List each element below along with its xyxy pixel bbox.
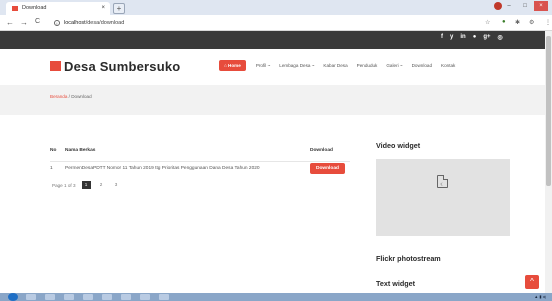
back-button[interactable]: ←	[6, 18, 14, 27]
page-3-button[interactable]: 3	[112, 181, 121, 189]
taskbar-apps	[26, 294, 169, 300]
placeholder-face: :(	[440, 181, 443, 186]
site-name: Desa Sumbersuko	[64, 58, 181, 74]
back-to-top-button[interactable]: ^	[525, 275, 539, 289]
breadcrumb-current: Download	[71, 94, 92, 99]
table-header: No Nama Berkas Download	[50, 145, 350, 155]
taskbar-app-icon[interactable]	[159, 294, 169, 300]
scrollbar-thumb[interactable]	[546, 36, 551, 186]
taskbar-app-icon[interactable]	[102, 294, 112, 300]
profile-icon[interactable]	[494, 2, 502, 10]
url-host: localhost	[64, 20, 86, 26]
pinterest-icon[interactable]: ●	[473, 34, 477, 41]
nav-kontak[interactable]: Kontak	[441, 63, 455, 68]
taskbar-app-icon[interactable]	[45, 294, 55, 300]
facebook-icon[interactable]: f	[441, 34, 443, 41]
extension-icon[interactable]: ●	[502, 19, 506, 25]
nav-download[interactable]: Download	[412, 63, 432, 68]
window-controls: – □ ×	[494, 1, 548, 11]
tab-title: Download	[22, 5, 47, 11]
extensions-puzzle-icon[interactable]: ✱	[515, 19, 520, 26]
taskbar-app-icon[interactable]	[140, 294, 150, 300]
site-logo[interactable]: Desa Sumbersuko	[50, 58, 180, 74]
taskbar-app-icon[interactable]	[121, 294, 131, 300]
nav-home[interactable]: ⌂ Home	[219, 60, 246, 71]
header-name: Nama Berkas	[65, 147, 96, 153]
pagination: Page 1 of 3 1 2 3	[52, 181, 121, 189]
flickr-widget-title: Flickr photostream	[376, 254, 441, 263]
page-info: Page 1 of 3	[52, 182, 76, 188]
breadcrumb-band	[0, 85, 545, 115]
browser-tab[interactable]: Download ×	[6, 2, 110, 15]
nav-profil[interactable]: Profil ~	[256, 63, 270, 68]
taskbar-app-icon[interactable]	[26, 294, 36, 300]
text-widget-title: Text widget	[376, 279, 416, 288]
nav-kabar-desa[interactable]: Kabar Desa	[323, 63, 347, 68]
page-2-button[interactable]: 2	[97, 181, 106, 189]
broken-document-icon: :(	[437, 175, 448, 188]
instagram-icon[interactable]: ◎	[497, 34, 502, 41]
settings-gear-icon[interactable]: ⚙	[529, 19, 534, 26]
social-links: f y in ● g+ ◎	[441, 34, 503, 41]
download-button[interactable]: Download	[310, 162, 345, 174]
breadcrumb: Beranda / Download	[50, 94, 92, 99]
twitter-icon[interactable]: y	[450, 34, 453, 41]
reload-button[interactable]: C	[35, 18, 40, 25]
url-field[interactable]: i localhost/desa/download	[54, 18, 124, 28]
table-row: 1 PermenDesaPDTT Nomor 11 Tahun 2019 ttg…	[50, 161, 350, 174]
nav-penduduk[interactable]: Penduduk	[357, 63, 378, 68]
info-icon[interactable]: i	[54, 19, 60, 26]
url-path: /desa/download	[85, 20, 125, 26]
window-close-button[interactable]: ×	[534, 1, 548, 11]
favicon-icon	[12, 6, 18, 11]
os-taskbar: ▲ ▮ ◂)	[0, 293, 552, 301]
breadcrumb-home-link[interactable]: Beranda	[50, 94, 67, 99]
menu-kebab-icon[interactable]: ⋮	[545, 19, 551, 26]
system-tray[interactable]: ▲ ▮ ◂)	[534, 294, 546, 299]
video-widget-title: Video widget	[376, 141, 421, 150]
header-no: No	[50, 147, 57, 153]
browser-tab-bar: Download × + – □ ×	[0, 0, 552, 15]
new-tab-button[interactable]: +	[113, 3, 125, 14]
download-table: No Nama Berkas Download 1 PermenDesaPDTT…	[50, 145, 350, 174]
start-button-icon[interactable]	[8, 293, 18, 301]
main-navigation: ⌂ Home Profil ~ Lembaga Desa ~ Kabar Des…	[219, 60, 464, 71]
linkedin-icon[interactable]: in	[460, 34, 465, 41]
header-download: Download	[310, 147, 333, 153]
minimize-button[interactable]: –	[502, 1, 516, 11]
nav-lembaga-desa[interactable]: Lembaga Desa ~	[279, 63, 314, 68]
nav-galeri[interactable]: Galeri ~	[386, 63, 402, 68]
bookmark-star-icon[interactable]: ☆	[485, 19, 490, 26]
site-top-strip: f y in ● g+ ◎	[0, 31, 552, 49]
row-file-name: PermenDesaPDTT Nomor 11 Tahun 2019 ttg P…	[65, 165, 260, 171]
video-widget-player[interactable]: :(	[376, 159, 510, 236]
maximize-button[interactable]: □	[518, 1, 532, 11]
taskbar-app-icon[interactable]	[64, 294, 74, 300]
google-plus-icon[interactable]: g+	[483, 34, 490, 41]
row-download-cell: Download	[310, 162, 350, 174]
row-no: 1	[50, 165, 53, 171]
address-bar-row: ← → C i localhost/desa/download ☆ ● ✱ ⚙ ⋮	[0, 15, 552, 31]
tab-close-button[interactable]: ×	[101, 2, 105, 15]
logo-mark-icon	[50, 61, 61, 71]
taskbar-app-icon[interactable]	[83, 294, 93, 300]
forward-button[interactable]: →	[20, 18, 28, 27]
page-1-button[interactable]: 1	[81, 181, 91, 189]
